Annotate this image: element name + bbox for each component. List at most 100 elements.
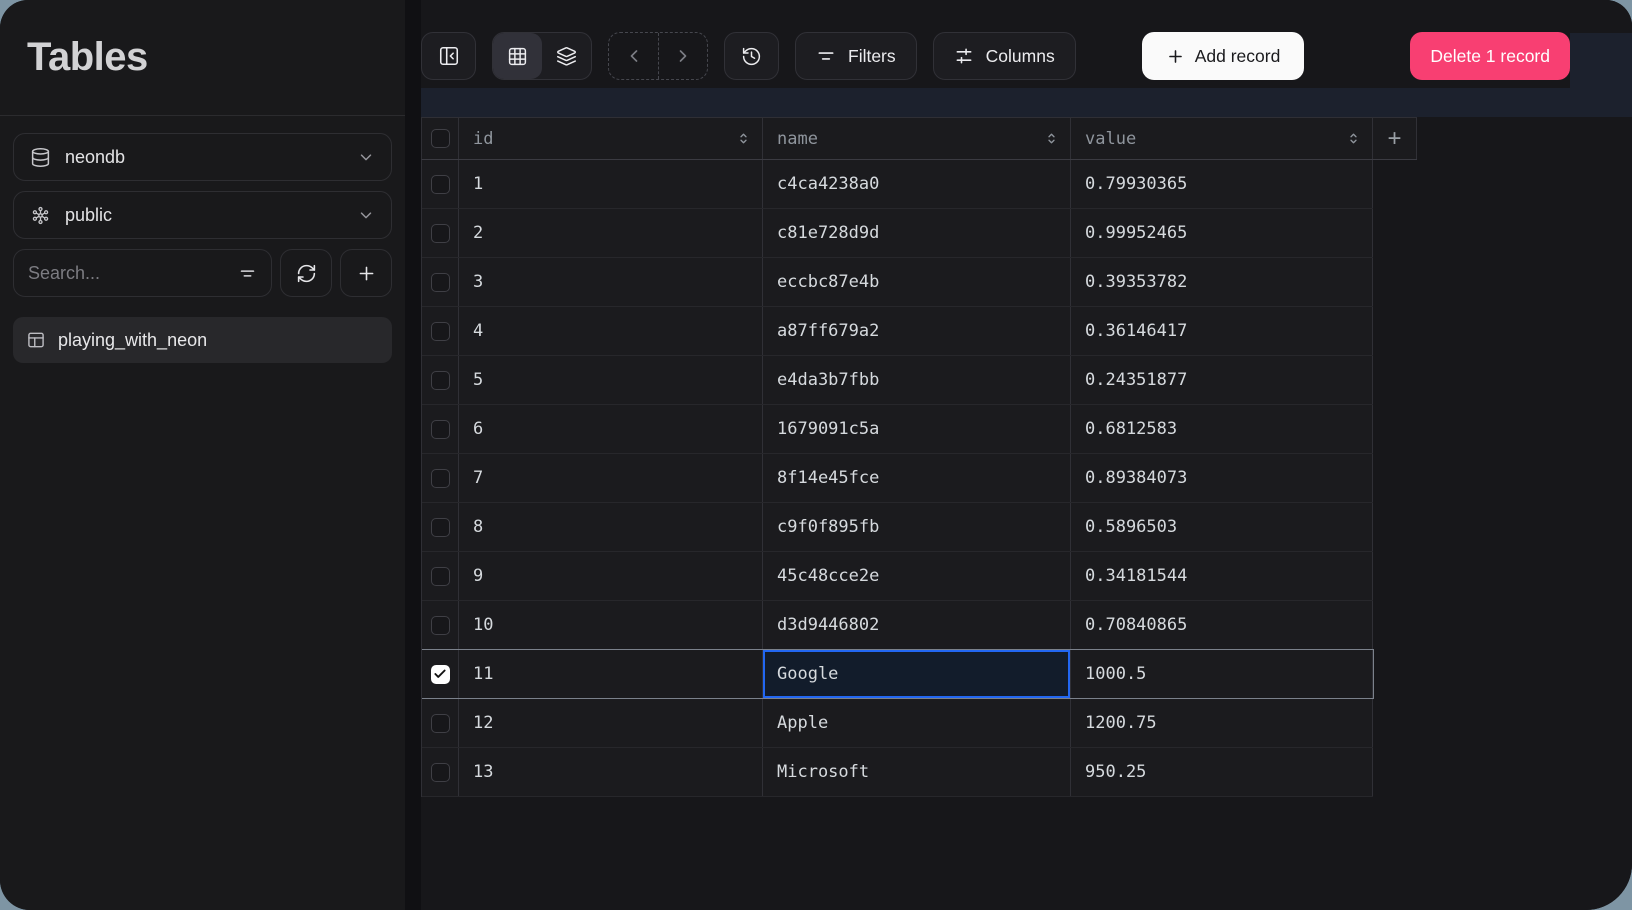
- cell-name[interactable]: c9f0f895fb: [763, 503, 1071, 551]
- cell-name[interactable]: e4da3b7fbb: [763, 356, 1071, 404]
- column-header-name[interactable]: name: [763, 118, 1071, 159]
- row-checkbox-cell[interactable]: [422, 209, 459, 257]
- cell-id[interactable]: 6: [459, 405, 763, 453]
- table-row[interactable]: 11 Google 1000.5: [422, 650, 1373, 699]
- row-checkbox-cell[interactable]: [422, 650, 459, 698]
- cell-name[interactable]: Microsoft: [763, 748, 1071, 796]
- table-row[interactable]: 1 c4ca4238a0 0.79930365: [422, 160, 1373, 209]
- table-row[interactable]: 10 d3d9446802 0.70840865: [422, 601, 1373, 650]
- columns-button[interactable]: Columns: [933, 32, 1076, 80]
- table-row[interactable]: 8 c9f0f895fb 0.5896503: [422, 503, 1373, 552]
- cell-id[interactable]: 10: [459, 601, 763, 649]
- table-row[interactable]: 3 eccbc87e4b 0.39353782: [422, 258, 1373, 307]
- row-checkbox[interactable]: [431, 322, 450, 341]
- cell-value[interactable]: 950.25: [1071, 748, 1373, 796]
- cell-id[interactable]: 7: [459, 454, 763, 502]
- database-select[interactable]: neondb: [13, 133, 392, 181]
- next-page-button[interactable]: [658, 33, 707, 79]
- cell-value[interactable]: 0.39353782: [1071, 258, 1373, 306]
- cell-name[interactable]: c4ca4238a0: [763, 160, 1071, 208]
- search-box[interactable]: [13, 249, 272, 297]
- column-header-value[interactable]: value: [1071, 118, 1373, 159]
- delete-record-button[interactable]: Delete 1 record: [1410, 32, 1570, 80]
- add-column-button[interactable]: +: [1373, 118, 1417, 159]
- row-checkbox[interactable]: [431, 224, 450, 243]
- table-row[interactable]: 4 a87ff679a2 0.36146417: [422, 307, 1373, 356]
- collapse-sidebar-button[interactable]: [421, 32, 476, 80]
- row-checkbox-cell[interactable]: [422, 160, 459, 208]
- cell-id[interactable]: 1: [459, 160, 763, 208]
- cell-name[interactable]: Google: [763, 650, 1071, 698]
- cell-value[interactable]: 0.70840865: [1071, 601, 1373, 649]
- row-checkbox[interactable]: [431, 273, 450, 292]
- add-record-button[interactable]: Add record: [1142, 32, 1305, 80]
- cell-id[interactable]: 3: [459, 258, 763, 306]
- prev-page-button[interactable]: [609, 33, 658, 79]
- layers-view-segment[interactable]: [542, 33, 591, 79]
- cell-value[interactable]: 1000.5: [1071, 650, 1373, 698]
- column-header-id[interactable]: id: [459, 118, 763, 159]
- search-input[interactable]: [28, 263, 232, 284]
- table-row[interactable]: 6 1679091c5a 0.6812583: [422, 405, 1373, 454]
- cell-value[interactable]: 0.36146417: [1071, 307, 1373, 355]
- cell-name[interactable]: eccbc87e4b: [763, 258, 1071, 306]
- cell-name[interactable]: a87ff679a2: [763, 307, 1071, 355]
- cell-id[interactable]: 13: [459, 748, 763, 796]
- filters-button[interactable]: Filters: [795, 32, 917, 80]
- row-checkbox-cell[interactable]: [422, 405, 459, 453]
- row-checkbox[interactable]: [431, 175, 450, 194]
- sort-icon[interactable]: [735, 130, 752, 147]
- cell-id[interactable]: 12: [459, 699, 763, 747]
- row-checkbox-cell[interactable]: [422, 307, 459, 355]
- row-checkbox-cell[interactable]: [422, 601, 459, 649]
- row-checkbox[interactable]: [431, 567, 450, 586]
- sort-icon[interactable]: [1043, 130, 1060, 147]
- row-checkbox[interactable]: [431, 714, 450, 733]
- cell-name[interactable]: 8f14e45fce: [763, 454, 1071, 502]
- row-checkbox[interactable]: [431, 518, 450, 537]
- schema-select[interactable]: public: [13, 191, 392, 239]
- cell-name[interactable]: 1679091c5a: [763, 405, 1071, 453]
- row-checkbox[interactable]: [431, 763, 450, 782]
- row-checkbox-cell[interactable]: [422, 748, 459, 796]
- cell-name[interactable]: c81e728d9d: [763, 209, 1071, 257]
- cell-value[interactable]: 0.6812583: [1071, 405, 1373, 453]
- cell-name[interactable]: d3d9446802: [763, 601, 1071, 649]
- refresh-button[interactable]: [280, 249, 332, 297]
- row-checkbox[interactable]: [431, 420, 450, 439]
- row-checkbox-cell[interactable]: [422, 699, 459, 747]
- table-row[interactable]: 7 8f14e45fce 0.89384073: [422, 454, 1373, 503]
- row-checkbox[interactable]: [431, 469, 450, 488]
- row-checkbox[interactable]: [431, 616, 450, 635]
- cell-value[interactable]: 0.99952465: [1071, 209, 1373, 257]
- row-checkbox[interactable]: [431, 371, 450, 390]
- sidebar-item-playing-with-neon[interactable]: playing_with_neon: [13, 317, 392, 363]
- table-row[interactable]: 2 c81e728d9d 0.99952465: [422, 209, 1373, 258]
- select-all-checkbox[interactable]: [431, 129, 450, 148]
- cell-value[interactable]: 0.24351877: [1071, 356, 1373, 404]
- row-checkbox-cell[interactable]: [422, 552, 459, 600]
- row-checkbox-cell[interactable]: [422, 356, 459, 404]
- table-row[interactable]: 12 Apple 1200.75: [422, 699, 1373, 748]
- cell-id[interactable]: 4: [459, 307, 763, 355]
- table-row[interactable]: 9 45c48cce2e 0.34181544: [422, 552, 1373, 601]
- cell-id[interactable]: 5: [459, 356, 763, 404]
- history-button[interactable]: [724, 32, 779, 80]
- cell-value[interactable]: 0.79930365: [1071, 160, 1373, 208]
- grid-view-segment[interactable]: [493, 33, 542, 79]
- cell-value[interactable]: 0.89384073: [1071, 454, 1373, 502]
- cell-value[interactable]: 1200.75: [1071, 699, 1373, 747]
- row-checkbox-cell[interactable]: [422, 454, 459, 502]
- cell-id[interactable]: 11: [459, 650, 763, 698]
- cell-name[interactable]: 45c48cce2e: [763, 552, 1071, 600]
- table-row[interactable]: 5 e4da3b7fbb 0.24351877: [422, 356, 1373, 405]
- cell-name[interactable]: Apple: [763, 699, 1071, 747]
- cell-id[interactable]: 2: [459, 209, 763, 257]
- row-checkbox-cell[interactable]: [422, 503, 459, 551]
- row-checkbox-cell[interactable]: [422, 258, 459, 306]
- cell-id[interactable]: 9: [459, 552, 763, 600]
- sort-icon[interactable]: [1345, 130, 1362, 147]
- cell-value[interactable]: 0.34181544: [1071, 552, 1373, 600]
- table-row[interactable]: 13 Microsoft 950.25: [422, 748, 1373, 797]
- add-table-button[interactable]: [340, 249, 392, 297]
